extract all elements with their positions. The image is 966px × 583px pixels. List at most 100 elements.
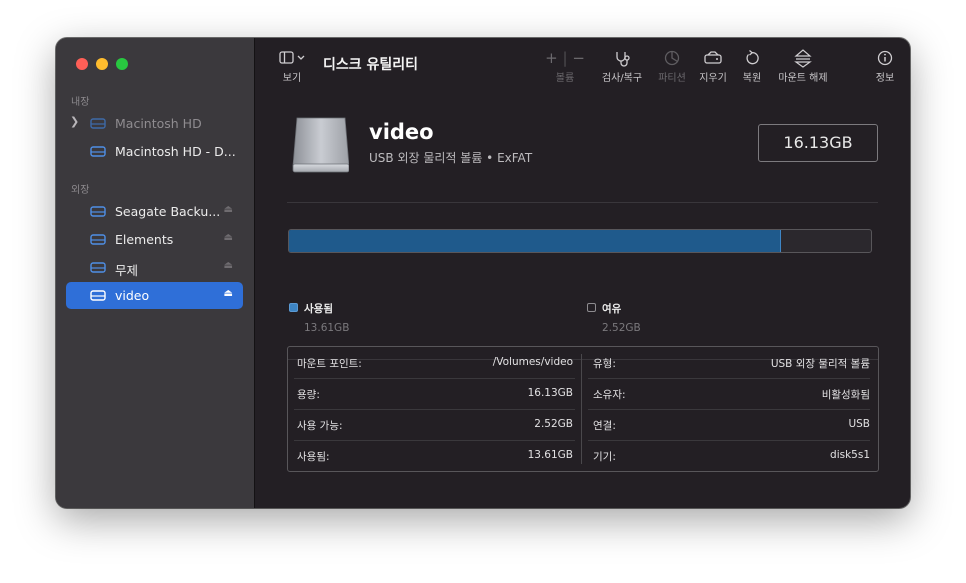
partition-button-label: 파티션 <box>658 73 686 84</box>
sidebar-item-label: Macintosh HD - D... <box>115 144 236 159</box>
unmount-button[interactable]: 마운트 해제 <box>773 48 833 84</box>
eject-icon[interactable]: ⏏ <box>224 204 233 215</box>
eraser-disk-icon <box>704 51 722 64</box>
restore-arrow-icon <box>746 49 759 65</box>
info-button[interactable]: 정보 <box>870 48 900 84</box>
row-divider <box>294 378 575 379</box>
external-disk-icon <box>90 234 106 245</box>
info-icon <box>877 50 893 66</box>
external-disk-icon <box>90 262 106 273</box>
sidebar-item-seagate-backup[interactable]: Seagate Backu... ⏏ <box>66 198 243 225</box>
usage-bar <box>288 229 872 253</box>
info-value: /Volumes/video <box>492 356 573 368</box>
erase-button[interactable]: 지우기 <box>695 48 731 84</box>
disk-utility-window: 내장 ❯ Macintosh HD Macintosh HD - D... 외장… <box>56 38 910 508</box>
external-drive-icon <box>292 117 349 173</box>
external-disk-icon <box>90 290 106 301</box>
view-button-label: 보기 <box>282 73 302 84</box>
info-row-owners: 소유자: 비활성화됨 <box>584 378 878 409</box>
sidebar-item-untitled[interactable]: 무제 ⏏ <box>66 254 243 281</box>
used-legend-label: 사용됨 <box>304 303 333 315</box>
sidebar-item-macintosh-hd-data[interactable]: Macintosh HD - D... <box>66 138 243 165</box>
first-aid-button-label: 검사/복구 <box>601 73 643 84</box>
info-key: 연결: <box>593 420 616 432</box>
sidebar-section-external: 외장 <box>71 185 90 196</box>
sidebar-item-video[interactable]: video ⏏ <box>66 282 243 309</box>
volume-name: video <box>369 120 434 144</box>
info-row-device: 기기: disk5s1 <box>584 440 878 471</box>
row-divider <box>588 440 870 441</box>
volume-info-table: 마운트 포인트: /Volumes/video 용량: 16.13GB 사용 가… <box>287 346 879 472</box>
eject-icon[interactable]: ⏏ <box>224 232 233 243</box>
info-value: USB 외장 물리적 볼륨 <box>770 358 870 370</box>
row-divider <box>294 409 575 410</box>
partition-button[interactable]: 파티션 <box>653 48 691 84</box>
volume-button-label: 볼륨 <box>555 73 575 84</box>
chevron-right-icon[interactable]: ❯ <box>70 115 79 128</box>
used-legend-value: 13.61GB <box>304 322 350 334</box>
info-value: disk5s1 <box>830 449 870 461</box>
free-legend-value: 2.52GB <box>602 322 641 334</box>
view-button[interactable]: 보기 <box>275 48 309 84</box>
unmount-icon <box>794 49 812 68</box>
erase-button-label: 지우기 <box>699 73 727 84</box>
restore-button-label: 복원 <box>742 73 762 84</box>
info-value: 13.61GB <box>527 449 573 461</box>
column-divider <box>581 354 582 464</box>
main-content: video USB 외장 물리적 볼륨 • ExFAT 16.13GB 사용됨 … <box>255 90 910 508</box>
volume-button[interactable]: + | − 볼륨 <box>543 48 587 84</box>
volume-description: USB 외장 물리적 볼륨 • ExFAT <box>369 151 533 165</box>
sidebar-item-label: Seagate Backu... <box>115 204 221 219</box>
used-legend-swatch <box>289 303 298 312</box>
info-value: 비활성화됨 <box>821 389 870 401</box>
info-key: 기기: <box>593 451 616 463</box>
stethoscope-icon <box>616 52 630 67</box>
restore-button[interactable]: 복원 <box>737 48 767 84</box>
row-divider <box>294 440 575 441</box>
info-row-connection: 연결: USB <box>584 409 878 440</box>
sidebar-item-label: video <box>115 288 150 303</box>
info-value: 2.52GB <box>534 418 573 430</box>
info-key: 유형: <box>593 358 616 370</box>
add-volume-icon[interactable]: + <box>545 49 558 67</box>
info-value: 16.13GB <box>527 387 573 399</box>
eject-icon[interactable]: ⏏ <box>224 260 233 271</box>
usage-bar-used-segment <box>289 230 782 252</box>
free-legend-label: 여유 <box>602 303 622 315</box>
close-window-button[interactable] <box>76 58 88 70</box>
zoom-window-button[interactable] <box>116 58 128 70</box>
info-key: 사용 가능: <box>297 420 343 432</box>
info-row-capacity: 용량: 16.13GB <box>288 378 581 409</box>
row-divider <box>588 378 870 379</box>
remove-volume-icon[interactable]: − <box>572 49 585 67</box>
info-row-available: 사용 가능: 2.52GB <box>288 409 581 440</box>
info-key: 용량: <box>297 389 320 401</box>
free-legend-swatch <box>587 303 596 312</box>
internal-disk-icon <box>90 118 106 129</box>
window-title: 디스크 유틸리티 <box>323 57 419 73</box>
sidebar-item-label: 무제 <box>115 263 139 278</box>
row-divider <box>588 409 870 410</box>
internal-disk-icon <box>90 146 106 157</box>
info-row-used: 사용됨: 13.61GB <box>288 440 581 471</box>
sidebar-item-macintosh-hd[interactable]: ❯ Macintosh HD <box>66 110 243 137</box>
sidebar-item-elements[interactable]: Elements ⏏ <box>66 226 243 253</box>
info-button-label: 정보 <box>875 73 895 84</box>
info-value: USB <box>848 418 870 430</box>
divider <box>287 202 878 203</box>
eject-icon[interactable]: ⏏ <box>224 288 233 299</box>
first-aid-button[interactable]: 검사/복구 <box>597 48 647 84</box>
volume-capacity-badge: 16.13GB <box>758 124 878 162</box>
toolbar: 보기 디스크 유틸리티 + | − 볼륨 검사/복구 파티션 지우기 복원 마운… <box>255 38 910 90</box>
external-disk-icon <box>90 206 106 217</box>
minimize-window-button[interactable] <box>96 58 108 70</box>
info-key: 소유자: <box>593 389 626 401</box>
unmount-button-label: 마운트 해제 <box>778 73 828 84</box>
info-key: 마운트 포인트: <box>297 358 362 370</box>
info-row-type: 유형: USB 외장 물리적 볼륨 <box>584 347 878 378</box>
info-key: 사용됨: <box>297 451 330 463</box>
sidebar-toggle-icon <box>279 51 305 64</box>
sidebar-section-internal: 내장 <box>71 97 90 108</box>
sidebar: 내장 ❯ Macintosh HD Macintosh HD - D... 외장… <box>56 38 255 508</box>
info-row-mount-point: 마운트 포인트: /Volumes/video <box>288 347 581 378</box>
